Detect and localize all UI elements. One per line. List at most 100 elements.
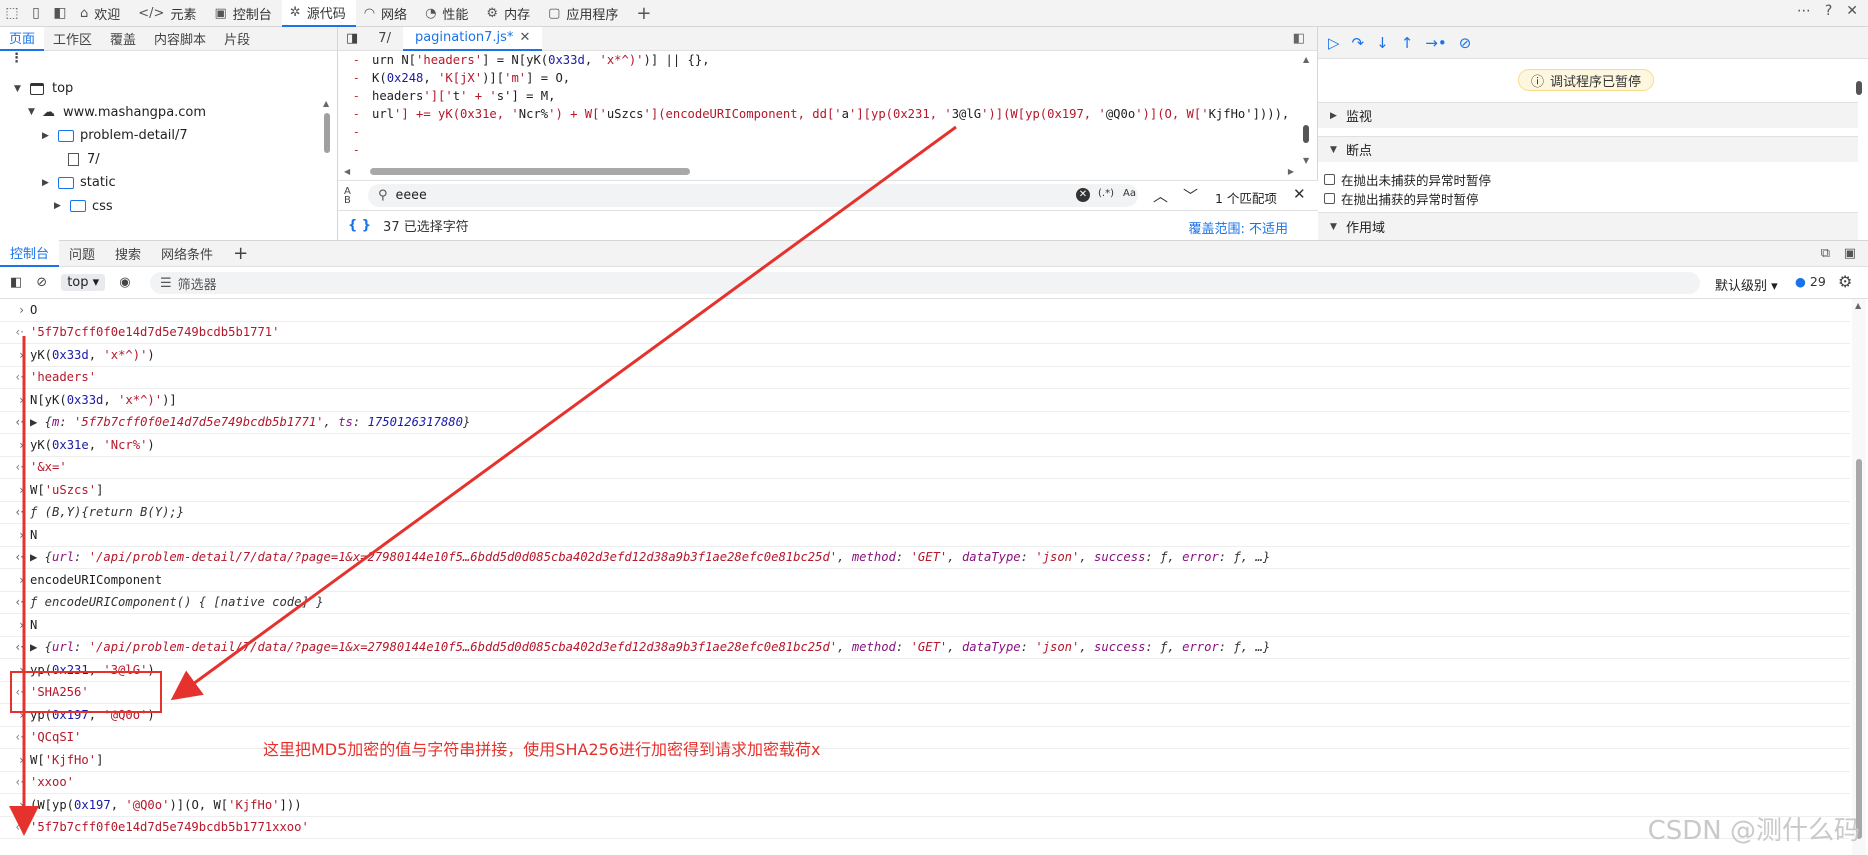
close-icon[interactable]: ✕ (1846, 3, 1858, 19)
console-result-row[interactable]: ‹· ▶ {url: '/api/problem-detail/7/data/?p… (0, 547, 1850, 569)
add-tab-button[interactable]: + (628, 0, 661, 27)
tab-content-scripts[interactable]: 内容脚本 (145, 27, 215, 51)
clear-icon[interactable]: ✕ (1076, 188, 1090, 202)
inspect-element-icon[interactable]: ⬚ (0, 2, 24, 24)
tab-workspace[interactable]: 工作区 (44, 27, 101, 51)
console-result-row[interactable]: ‹· ƒ encodeURIComponent() { [native code]… (0, 592, 1850, 614)
toggle-debugger-icon[interactable]: ◧ (1293, 31, 1305, 46)
console-result-row[interactable]: ‹· '&x=' (0, 457, 1850, 479)
pause-uncaught-checkbox[interactable]: 在抛出未捕获的异常时暂停 (1324, 170, 1491, 189)
section-scope[interactable]: ▼ 作用域 (1318, 212, 1858, 240)
more-icon[interactable]: ⋯ (1797, 3, 1811, 19)
code-line[interactable]: - (338, 141, 1303, 159)
help-icon[interactable]: ? (1825, 3, 1832, 19)
editor-tab-pagination7[interactable]: pagination7.js* ✕ (402, 26, 543, 51)
console-scrollbar[interactable]: ▲ (1852, 299, 1866, 855)
step-icon[interactable]: →• (1425, 34, 1446, 52)
console-result-row[interactable]: ‹· 'headers' (0, 367, 1850, 389)
close-tab-icon[interactable]: ✕ (519, 30, 530, 45)
step-over-icon[interactable]: ↷ (1352, 34, 1365, 52)
navigator-menu-icon[interactable]: ⋮ (0, 51, 337, 75)
find-input[interactable]: eeee (396, 188, 427, 203)
tab-memory[interactable]: ⚙ 内存 (478, 0, 540, 27)
tree-item-folder[interactable]: ▶ css (0, 195, 337, 219)
close-drawer-icon[interactable]: ▣ (1844, 246, 1856, 261)
clear-console-icon[interactable]: ⊘ (36, 275, 47, 290)
tab-sources[interactable]: ✲ 源代码 (281, 0, 356, 27)
console-result-row[interactable]: ‹· '5f7b7cff0f0e14d7d5e749bcdb5b1771xxoo' (0, 817, 1850, 839)
tab-page[interactable]: 页面 (0, 26, 45, 51)
console-input-row[interactable]: › yp(0x231, '3@lG') (0, 659, 1850, 682)
close-find-icon[interactable]: ✕ (1293, 185, 1306, 203)
console-input-row[interactable]: › yK(0x33d, 'x*^)') (0, 344, 1850, 367)
console-input-row[interactable]: › O (0, 299, 1850, 322)
console-input-row[interactable]: › N (0, 614, 1850, 637)
step-out-icon[interactable]: ↑ (1401, 34, 1414, 52)
console-result-row[interactable]: ‹· 'SHA256' (0, 682, 1850, 704)
editor-hscroll[interactable]: ◀ ▶ (344, 165, 1294, 177)
console-settings-icon[interactable]: ⚙ (1838, 272, 1852, 291)
console-input-row[interactable]: › yp(0x197, '@Q0o') (0, 704, 1850, 727)
console-input-row[interactable]: › encodeURIComponent (0, 569, 1850, 592)
checkbox-icon[interactable] (1324, 174, 1335, 185)
tree-item-folder[interactable]: ▶ static (0, 171, 337, 195)
console-output[interactable]: › O ‹· '5f7b7cff0f0e14d7d5e749bcdb5b1771' › y… (0, 299, 1850, 855)
case-toggle[interactable]: Aa (1123, 188, 1136, 199)
console-input-row[interactable]: › yK(0x31e, 'Ncr%') (0, 434, 1850, 457)
dock-side-icon[interactable]: ◧ (48, 2, 72, 24)
console-result-row[interactable]: ‹· '5f7b7cff0f0e14d7d5e749bcdb5b1771' (0, 322, 1850, 344)
undock-drawer-icon[interactable]: ⧉ (1821, 246, 1830, 261)
tab-network[interactable]: ◠ 网络 (356, 0, 417, 27)
code-line[interactable]: - (338, 123, 1303, 141)
filter-input[interactable]: ☰ 筛选器 (150, 272, 1700, 294)
deactivate-breakpoints-icon[interactable]: ⊘ (1459, 34, 1472, 52)
tab-elements[interactable]: </> 元素 (130, 0, 206, 27)
drawer-tab-issues[interactable]: 问题 (59, 240, 105, 267)
console-result-row[interactable]: ‹· 'xxoo' (0, 772, 1850, 794)
code-line[interactable]: - url'] += yK(0x31e, 'Ncr%') + W['uSzcs']… (338, 105, 1303, 123)
find-previous-icon[interactable]: ︿ (1153, 185, 1168, 206)
editor-tab-7[interactable]: 7/ (366, 27, 403, 51)
code-line[interactable]: - urn N['headers'] = N[yK(0x33d, 'x*^)')]… (338, 51, 1303, 69)
console-result-row[interactable]: ‹· ƒ (B,Y){return B(Y);} (0, 502, 1850, 524)
drawer-tab-network-conditions[interactable]: 网络条件 (151, 240, 223, 267)
regex-toggle[interactable]: (.*) (1098, 188, 1114, 199)
console-input-row[interactable]: › W['uSzcs'] (0, 479, 1850, 502)
tree-item-folder[interactable]: ▶ problem-detail/7 (0, 124, 337, 148)
section-breakpoints[interactable]: ▼ 断点 (1318, 136, 1858, 162)
find-next-icon[interactable]: ﹀ (1183, 185, 1198, 206)
code-lines[interactable]: - urn N['headers'] = N[yK(0x33d, 'x*^)')]… (338, 51, 1303, 163)
checkbox-icon[interactable] (1324, 193, 1335, 204)
log-level-dropdown[interactable]: 默认级别 ▾ (1715, 275, 1778, 294)
editor-vscroll[interactable]: ▲ ▼ (1303, 55, 1311, 165)
tree-item-domain[interactable]: ▼ ☁ www.mashangpa.com (0, 101, 337, 125)
tab-application[interactable]: ▢ 应用程序 (540, 0, 628, 27)
console-input-row[interactable]: › N[yK(0x33d, 'x*^)')] (0, 389, 1850, 412)
step-into-icon[interactable]: ↓ (1376, 34, 1389, 52)
pause-caught-checkbox[interactable]: 在抛出捕获的异常时暂停 (1324, 189, 1479, 208)
coverage-link[interactable]: 覆盖范围: 不适用 (1188, 218, 1288, 237)
add-drawer-tab-button[interactable]: + (223, 240, 258, 267)
pretty-print-icon[interactable]: { } (348, 218, 371, 233)
drawer-tab-search[interactable]: 搜索 (105, 240, 151, 267)
debugger-scrollbar[interactable] (1856, 61, 1864, 239)
live-expression-icon[interactable]: ◉ (119, 275, 130, 290)
code-line[interactable]: - headers']['t' + 's'] = M, (338, 87, 1303, 105)
code-line[interactable]: - K(0x248, 'K[jX')]['m'] = O, (338, 69, 1303, 87)
device-emulation-icon[interactable]: ▯ (24, 2, 48, 24)
sidebar-toggle-icon[interactable]: ◧ (10, 275, 22, 290)
console-input-row[interactable]: › (W[yp(0x197, '@Q0o')](O, W['KjfHo'])) (0, 794, 1850, 817)
console-result-row[interactable]: ‹· ▶ {url: '/api/problem-detail/7/data/?p… (0, 637, 1850, 659)
console-input-row[interactable]: › N (0, 524, 1850, 547)
resume-icon[interactable]: ▷ (1328, 34, 1340, 52)
console-result-row[interactable]: ‹· ▶ {m: '5f7b7cff0f0e14d7d5e749bcdb5b177… (0, 412, 1850, 434)
tab-welcome[interactable]: ⌂ 欢迎 (72, 0, 130, 27)
tree-item-file[interactable]: 7/ (0, 148, 337, 172)
tab-console[interactable]: ▣ 控制台 (206, 0, 281, 27)
find-input-box[interactable]: ⚲ eeee ✕ (.*) Aa (368, 184, 1138, 207)
tab-performance[interactable]: ◔ 性能 (417, 0, 478, 27)
section-watch[interactable]: ▶ 监视 (1318, 102, 1858, 128)
tree-item-top[interactable]: ▼ top (0, 77, 337, 101)
message-count-badge[interactable]: ● 29 (1795, 274, 1826, 289)
tab-overrides[interactable]: 覆盖 (101, 27, 145, 51)
